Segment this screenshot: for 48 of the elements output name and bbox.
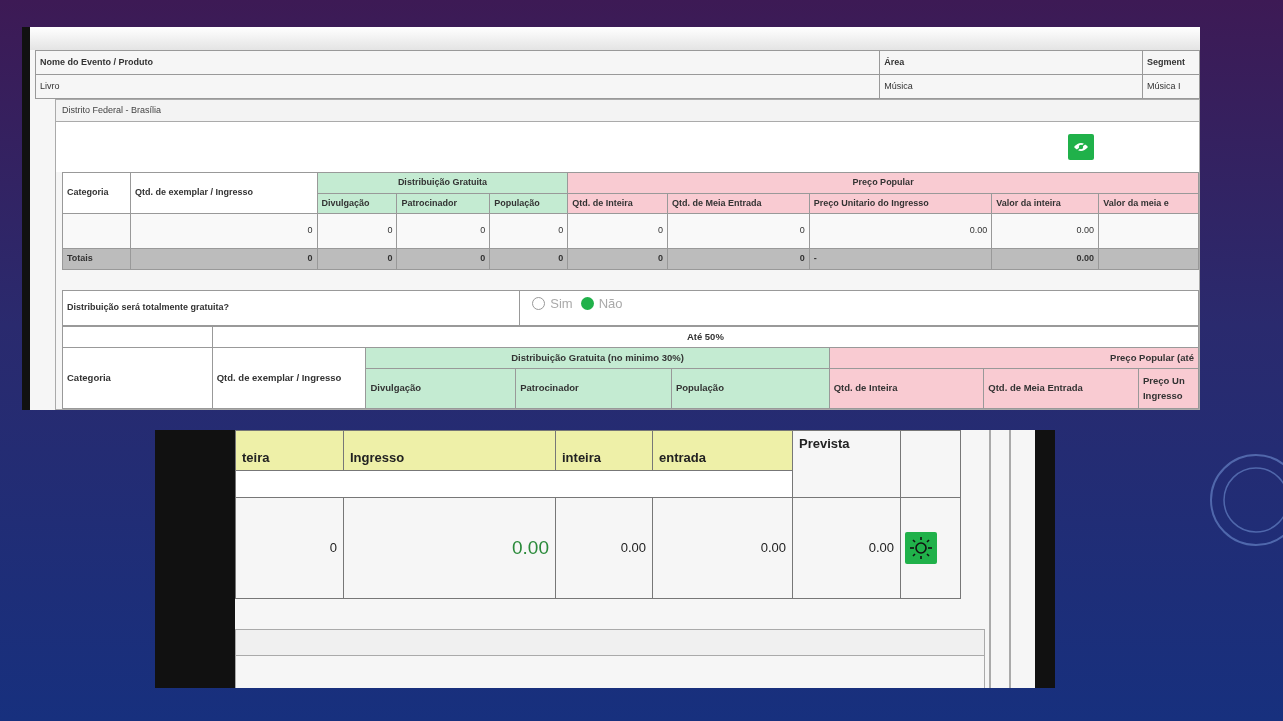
column-header: Divulgação [365, 368, 516, 409]
table-cell: 0 [567, 213, 668, 249]
eye-slash-icon [1073, 141, 1089, 153]
column-header: Área [879, 50, 1143, 75]
column-header: Prevista [792, 430, 901, 498]
table-cell: 0 [130, 213, 317, 249]
column-header: Qtd. de exemplar / Ingresso [212, 347, 366, 409]
radio-label: Sim [550, 295, 573, 311]
column-header: Qtd. de Meia Entrada [983, 368, 1139, 409]
column-header: População [671, 368, 830, 409]
column-header: Patrocinador [515, 368, 672, 409]
field-value: Música I [1142, 74, 1200, 99]
table-cell: 0.00 [991, 213, 1099, 249]
group-header: Distribuição Gratuita [317, 172, 568, 193]
column-header: Categoria [62, 347, 213, 409]
table-caption: Até 50% [212, 326, 1199, 348]
table-cell: 0.00 [809, 213, 992, 249]
hide-button[interactable] [1068, 134, 1094, 160]
table-cell: 0 [235, 497, 344, 599]
field-value: Música [879, 74, 1143, 99]
column-header: entrada [652, 430, 793, 471]
column-header: Nome do Evento / Produto [35, 50, 880, 75]
column-header: Segment [1142, 50, 1200, 75]
column-header: Qtd. de Inteira [829, 368, 984, 409]
group-header: Preço Popular [567, 172, 1199, 193]
table-cell: 0 [489, 213, 568, 249]
table-cell: 0 [317, 213, 397, 249]
table-cell: 0 [667, 213, 810, 249]
column-header: teira [235, 430, 344, 471]
field-value: Livro [35, 74, 880, 99]
column-header: Categoria [62, 172, 131, 214]
column-header: Ingresso [343, 430, 556, 471]
table-cell: 0 [396, 213, 490, 249]
row-label: Totais [62, 248, 131, 269]
radio-label: Não [598, 295, 623, 311]
group-header: Preço Popular (até [829, 347, 1199, 369]
question-label: Distribuição será totalmente gratuita? [62, 290, 520, 325]
table-cell: 0.00 [792, 497, 901, 599]
column-header: Qtd. de exemplar / Ingresso [130, 172, 317, 214]
sun-button[interactable] [905, 532, 937, 564]
column-header: inteira [555, 430, 653, 471]
table-cell: 0.00 [652, 497, 793, 599]
table-cell: 0.00 [555, 497, 653, 599]
radio-button[interactable] [532, 296, 546, 310]
column-header: Preço Un Ingresso [1138, 368, 1199, 409]
group-header: Distribuição Gratuita (no minimo 30%) [365, 347, 830, 369]
radio-button[interactable] [580, 296, 594, 310]
sun-icon [909, 536, 933, 560]
